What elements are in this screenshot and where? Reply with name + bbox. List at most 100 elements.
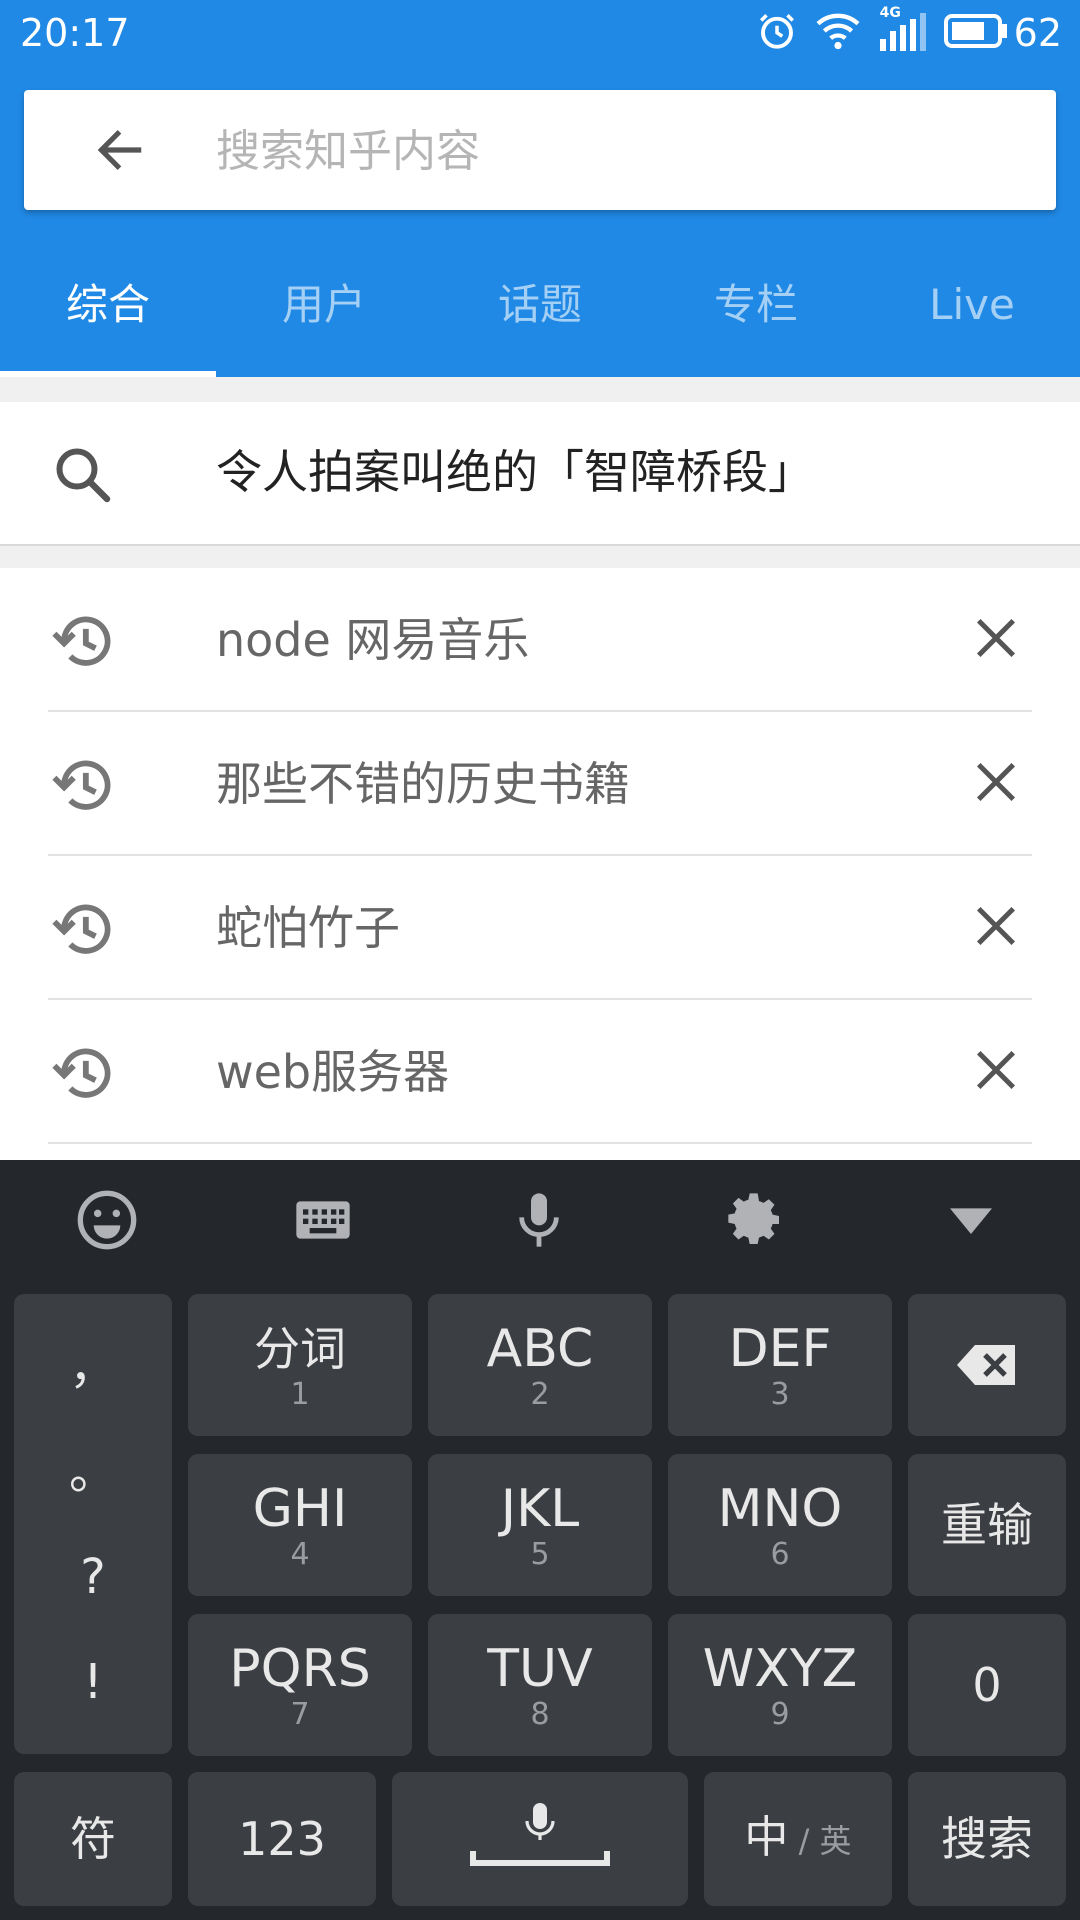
history-item[interactable]: web服务器 [0,1000,1080,1144]
key-digit: 7 [290,1697,310,1732]
key-label: GHI [252,1479,348,1539]
punct-question: ? [80,1548,106,1605]
arrow-left-icon [97,130,142,170]
search-icon [56,448,111,503]
key-0[interactable]: 0 [908,1614,1066,1756]
key-4[interactable]: GHI 4 [188,1454,412,1596]
battery-level: 62 [1013,11,1062,55]
emoji-button[interactable] [75,1188,139,1252]
punct-comma: ， [68,1338,117,1395]
search-input[interactable] [214,112,1038,190]
key-digit: 8 [530,1697,550,1732]
suggestion-text: 令人拍案叫绝的「智障桥段」 [216,445,814,499]
close-icon [976,1050,1016,1090]
history-item[interactable]: 那些不错的历史书籍 [0,712,1080,856]
key-digit: 4 [290,1537,310,1572]
punctuation-key[interactable]: ， 。 ? ! [14,1294,172,1754]
divider [0,377,1080,402]
history-icon [52,760,111,810]
key-label: 123 [238,1812,326,1866]
tab-topics[interactable]: 话题 [432,255,648,377]
key-label: 0 [972,1658,1002,1712]
battery-icon [943,14,1008,52]
settings-button[interactable] [723,1188,787,1252]
tab-live[interactable]: Live [864,255,1080,377]
alarm-icon [756,10,798,56]
punct-period: 。 [68,1443,117,1500]
key-digit: 3 [770,1377,790,1412]
app-header: 20:17 4G 62 搜索知乎内容 综合 用户 话题 专栏 Live [0,0,1080,377]
wifi-icon [816,11,860,55]
history-text: web服务器 [216,1045,450,1099]
reinput-key[interactable]: 重输 [908,1454,1066,1596]
history-item[interactable]: node 网易音乐 [0,568,1080,712]
emoji-icon [77,1190,137,1250]
key-3[interactable]: DEF 3 [668,1294,892,1436]
backspace-icon [957,1345,1015,1385]
key-label: ABC [486,1319,594,1379]
key-label: 重输 [941,1498,1033,1552]
lang-main: 中 [744,1811,789,1863]
tab-all[interactable]: 综合 [0,255,216,377]
keyboard-toolbar [0,1160,1080,1280]
key-label: MNO [717,1479,843,1539]
key-6[interactable]: MNO 6 [668,1454,892,1596]
network-type: 4G [879,5,901,21]
microphone-icon [519,1193,559,1247]
key-7[interactable]: PQRS 7 [188,1614,412,1756]
key-1[interactable]: 分词 1 [188,1294,412,1436]
close-icon [976,762,1016,802]
key-label: 中 / 英 [744,1808,851,1871]
history-text: 那些不错的历史书籍 [216,757,630,811]
lang-alt: 英 [819,1821,852,1860]
status-icons: 4G 62 [738,5,1062,58]
key-label: DEF [728,1319,832,1379]
key-label: 符 [70,1812,116,1866]
tab-users[interactable]: 用户 [216,255,432,377]
divider [48,1142,1032,1144]
close-icon [976,906,1016,946]
search-history-list: node 网易音乐 那些不错的历史书籍 蛇怕竹子 web服务器 [0,568,1080,1144]
back-button[interactable] [84,114,156,186]
key-label: 分词 [254,1322,346,1376]
voice-button[interactable] [507,1188,571,1252]
keyboard-switch-button[interactable] [291,1188,355,1252]
key-9[interactable]: WXYZ 9 [668,1614,892,1756]
key-digit: 2 [530,1377,550,1412]
lang-separator: / [788,1821,820,1860]
key-8[interactable]: TUV 8 [428,1614,652,1756]
history-item[interactable]: 蛇怕竹子 [0,856,1080,1000]
search-box [24,90,1056,210]
key-digit: 1 [290,1377,310,1412]
search-suggestion[interactable]: 令人拍案叫绝的「智障桥段」 [0,402,1080,546]
history-text: 蛇怕竹子 [216,901,400,955]
history-icon [52,904,111,954]
search-key[interactable]: 搜索 [908,1772,1066,1906]
symbol-key[interactable]: 符 [14,1772,172,1906]
history-icon [52,616,111,666]
screen: 20:17 4G 62 搜索知乎内容 综合 用户 话题 专栏 Live 令人拍案… [0,0,1080,1920]
triangle-down-icon [950,1208,992,1234]
delete-history-button[interactable] [966,752,1026,812]
tab-columns[interactable]: 专栏 [648,255,864,377]
space-microphone-icon [470,1803,610,1866]
divider [0,546,1080,568]
key-label: WXYZ [702,1639,858,1699]
delete-history-button[interactable] [966,608,1026,668]
hide-keyboard-button[interactable] [939,1188,1003,1252]
language-switch-key[interactable]: 中 / 英 [704,1772,892,1906]
key-label: JKL [500,1479,580,1539]
key-5[interactable]: JKL 5 [428,1454,652,1596]
signal-icon: 4G [878,5,926,55]
key-2[interactable]: ABC 2 [428,1294,652,1436]
soft-keyboard: ， 。 ? ! 分词 1 ABC 2 DEF 3 GHI 4 JKL 5 MNO… [0,1160,1080,1920]
close-icon [976,618,1016,658]
status-time: 20:17 [20,11,130,55]
key-digit: 9 [770,1697,790,1732]
space-key[interactable] [392,1772,688,1906]
delete-history-button[interactable] [966,1040,1026,1100]
backspace-key[interactable] [908,1294,1066,1436]
delete-history-button[interactable] [966,896,1026,956]
key-digit: 5 [530,1537,550,1572]
number-key[interactable]: 123 [188,1772,376,1906]
